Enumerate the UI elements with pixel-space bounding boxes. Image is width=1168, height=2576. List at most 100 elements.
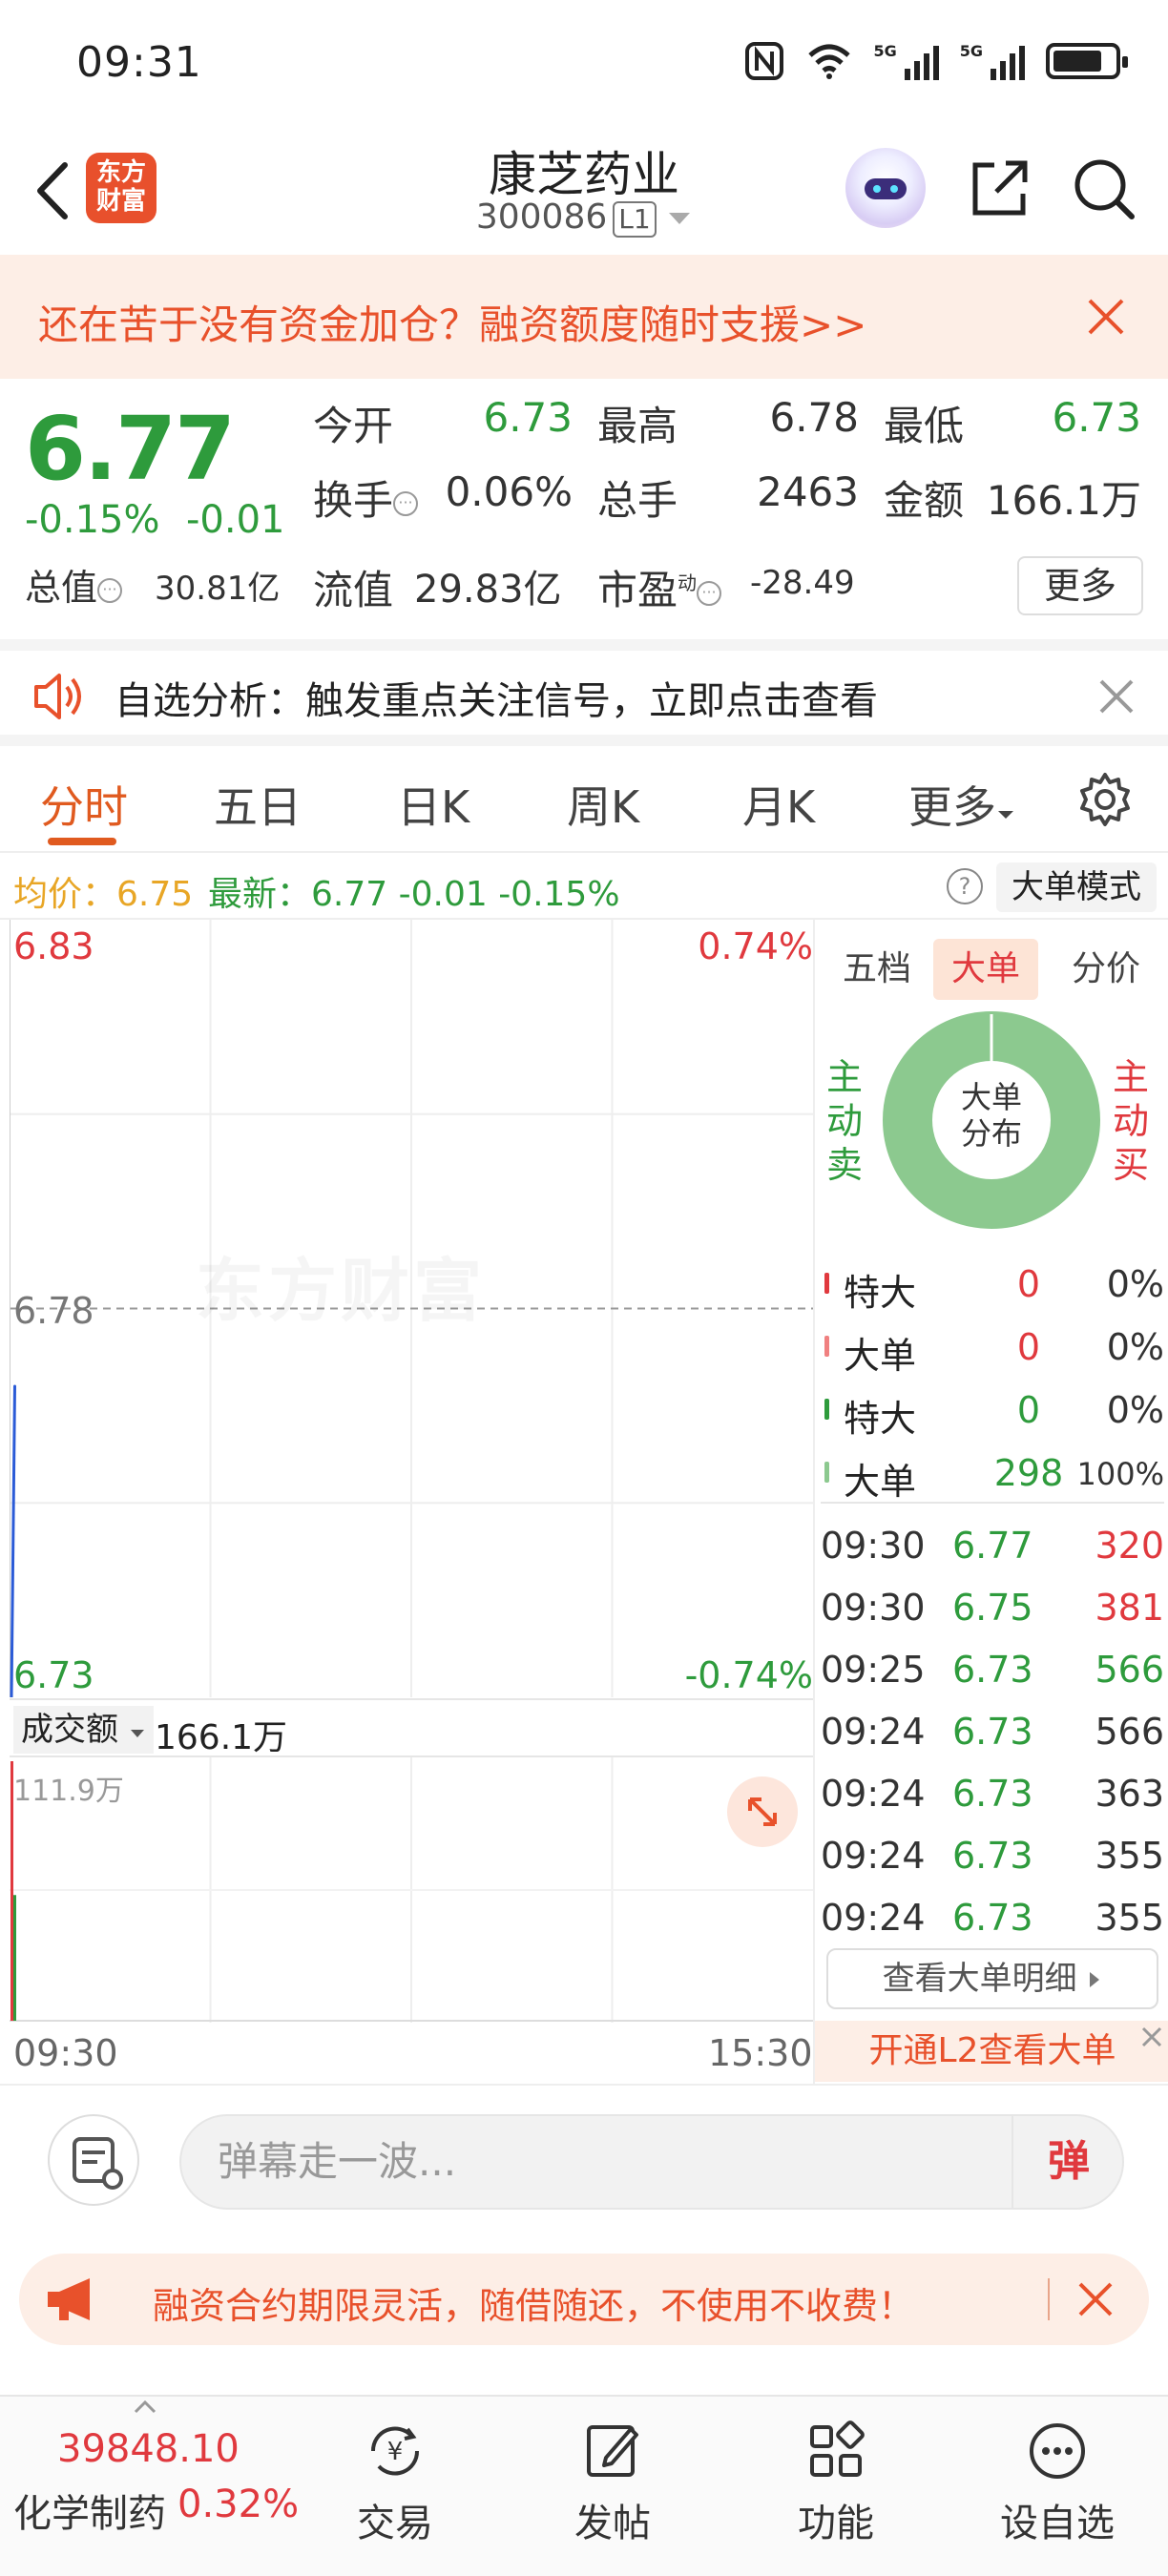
signal-icon: 5G xyxy=(960,42,1025,80)
latest-price: 最新：6.77 -0.01 -0.15% xyxy=(208,875,620,914)
expand-icon xyxy=(748,1797,777,1826)
volume-header: 成交额 166.1万 xyxy=(10,1698,813,1757)
active-sell-label: 主动卖 xyxy=(826,1056,864,1186)
analysis-strip[interactable]: 自选分析：触发重点关注信号，立即点击查看 xyxy=(0,639,1168,746)
low-label: 最低 xyxy=(884,403,965,449)
close-icon[interactable] xyxy=(1095,675,1137,717)
price-line-layer xyxy=(10,1384,16,1697)
float-label: 流值 xyxy=(313,567,394,613)
close-icon[interactable] xyxy=(1073,2276,1118,2322)
tab-price-distribution[interactable]: 分价 xyxy=(1053,939,1158,1000)
comment-bar: 弹幕走一波... 弹 xyxy=(0,2084,1168,2246)
svg-text:¥: ¥ xyxy=(387,2438,404,2466)
tab-more[interactable]: 更多 xyxy=(908,773,1015,836)
volume-chart[interactable]: 成交额 166.1万 111.9万 xyxy=(10,1698,813,2023)
tab-five-levels[interactable]: 五档 xyxy=(824,939,929,1000)
info-icon[interactable]: ··· xyxy=(97,577,123,603)
nav-trade[interactable]: ¥ 交易 xyxy=(319,2420,471,2563)
avg-price-value: 6.75 xyxy=(116,875,194,914)
close-icon[interactable] xyxy=(1137,2023,1166,2051)
tick-price: 6.73 xyxy=(952,1649,1033,1691)
donut-center-text: 大单 分布 xyxy=(882,1079,1101,1152)
header: 东方 财富 康芝药业 300086 L1 xyxy=(0,129,1168,255)
index-value: 39848.10 xyxy=(57,2427,240,2471)
nav-post-label: 发帖 xyxy=(574,2502,651,2545)
note-settings-button[interactable] xyxy=(48,2114,139,2206)
row-color-marker xyxy=(824,1399,829,1420)
nav-watchlist-label: 设自选 xyxy=(1000,2502,1115,2545)
low-value: 6.73 xyxy=(1052,394,1141,441)
volume-label: 总手 xyxy=(597,477,678,524)
tab-five-day[interactable]: 五日 xyxy=(214,773,302,836)
index-ticker[interactable]: 39848.10 化学制药 0.32% xyxy=(0,2397,299,2576)
share-icon[interactable] xyxy=(966,156,1032,222)
price-line xyxy=(10,1385,16,1697)
gear-icon[interactable] xyxy=(1076,771,1134,828)
volume-chart-svg xyxy=(10,1757,813,2023)
turnover-label-text: 换手 xyxy=(313,477,394,524)
nfc-icon xyxy=(745,42,784,80)
quote-panel: 6.77 -0.15% -0.01 今开 6.73 最高 6.78 最低 6.7… xyxy=(0,379,1168,636)
nav-functions-label: 功能 xyxy=(798,2502,874,2545)
chart-tabs: 分时 五日 日K 周K 月K 更多 xyxy=(0,746,1168,853)
pe-label: 市盈动 ··· xyxy=(597,558,722,616)
status-bar: 09:31 5G 5G xyxy=(0,0,1168,129)
expand-button[interactable] xyxy=(727,1776,798,1847)
tick-price: 6.73 xyxy=(952,1835,1033,1877)
loan-banner[interactable]: 融资合约期限灵活，随借随还，不使用不收费！ xyxy=(19,2254,1149,2345)
search-icon[interactable] xyxy=(1071,156,1137,222)
help-icon[interactable]: ? xyxy=(947,868,983,904)
pct-high-label: 0.74% xyxy=(698,925,813,967)
row-label: 特大 xyxy=(844,1272,917,1314)
danmu-input[interactable]: 弹幕走一波... xyxy=(179,2114,1124,2210)
tick-row: 09:24 6.73 355 xyxy=(815,1887,1168,1949)
volume-metric-dropdown[interactable]: 成交额 xyxy=(13,1706,154,1754)
loan-text: 融资合约期限灵活，随借随还，不使用不收费！ xyxy=(153,2285,915,2327)
danmu-send-button[interactable]: 弹 xyxy=(1012,2114,1124,2210)
ai-assistant-icon[interactable] xyxy=(845,148,926,228)
info-icon[interactable]: ··· xyxy=(393,490,419,516)
promo-banner[interactable]: 还在苦于没有资金加仓？融资额度随时支援>> xyxy=(0,255,1168,379)
row-color-marker xyxy=(824,1462,829,1483)
nav-post[interactable]: 发帖 xyxy=(536,2420,689,2563)
donut-center-line: 分布 xyxy=(960,1115,1022,1152)
tick-volume: 320 xyxy=(1095,1525,1164,1567)
nav-trade-label: 交易 xyxy=(357,2502,433,2545)
time-axis-start: 09:30 xyxy=(13,2032,118,2074)
tick-volume: 363 xyxy=(1095,1773,1164,1815)
big-order-mode-button[interactable]: 大单模式 xyxy=(996,862,1157,912)
row-color-marker xyxy=(824,1336,829,1357)
intraday-chart[interactable]: 6.83 0.74% 6.78 东方财富 6.73 -0.74% xyxy=(10,920,813,1697)
distribution-row: 特大 0 0% xyxy=(815,1380,1168,1443)
turnover-value: 0.06% xyxy=(445,468,573,515)
bottom-nav: 39848.10 化学制药 0.32% ¥ 交易 发帖 功能 设自选 xyxy=(0,2395,1168,2576)
avg-price: 均价：6.75 xyxy=(13,866,193,916)
tab-daily-k[interactable]: 日K xyxy=(397,773,469,836)
promo-text: 还在苦于没有资金加仓？融资额度随时支援>> xyxy=(38,301,867,348)
mktcap-value: 30.81亿 xyxy=(155,570,281,608)
more-button[interactable]: 更多 xyxy=(1017,556,1143,615)
change-percent: -0.15% xyxy=(25,498,160,542)
info-icon[interactable]: ··· xyxy=(697,580,722,606)
tick-row: 09:24 6.73 566 xyxy=(815,1701,1168,1763)
tab-weekly-k[interactable]: 周K xyxy=(567,773,639,836)
view-big-order-detail-button[interactable]: 查看大单明细 xyxy=(826,1948,1158,2009)
tab-intraday[interactable]: 分时 xyxy=(40,773,128,836)
nav-watchlist[interactable]: 设自选 xyxy=(981,2420,1134,2563)
volume-bar xyxy=(13,1895,16,2021)
caret-down-icon xyxy=(998,811,1013,819)
nav-functions[interactable]: 功能 xyxy=(760,2420,912,2563)
mktcap-label-text: 总值 xyxy=(25,567,98,609)
l2-upgrade-bar[interactable]: 开通L2查看大单 xyxy=(815,2021,1168,2082)
close-icon[interactable] xyxy=(1082,293,1130,341)
avg-info-bar: 均价：6.75 最新：6.77 -0.01 -0.15% ? 大单模式 xyxy=(0,853,1168,920)
tick-time: 09:30 xyxy=(821,1525,926,1567)
current-price: 6.77 xyxy=(25,398,236,500)
volume-max-label: 111.9万 xyxy=(13,1775,124,1808)
volume-metric-label: 成交额 xyxy=(21,1711,118,1749)
tab-big-orders[interactable]: 大单 xyxy=(933,939,1038,1000)
tick-volume: 566 xyxy=(1095,1711,1164,1753)
wifi-icon xyxy=(808,44,851,79)
distribution-row: 特大 0 0% xyxy=(815,1254,1168,1317)
tab-monthly-k[interactable]: 月K xyxy=(742,773,815,836)
